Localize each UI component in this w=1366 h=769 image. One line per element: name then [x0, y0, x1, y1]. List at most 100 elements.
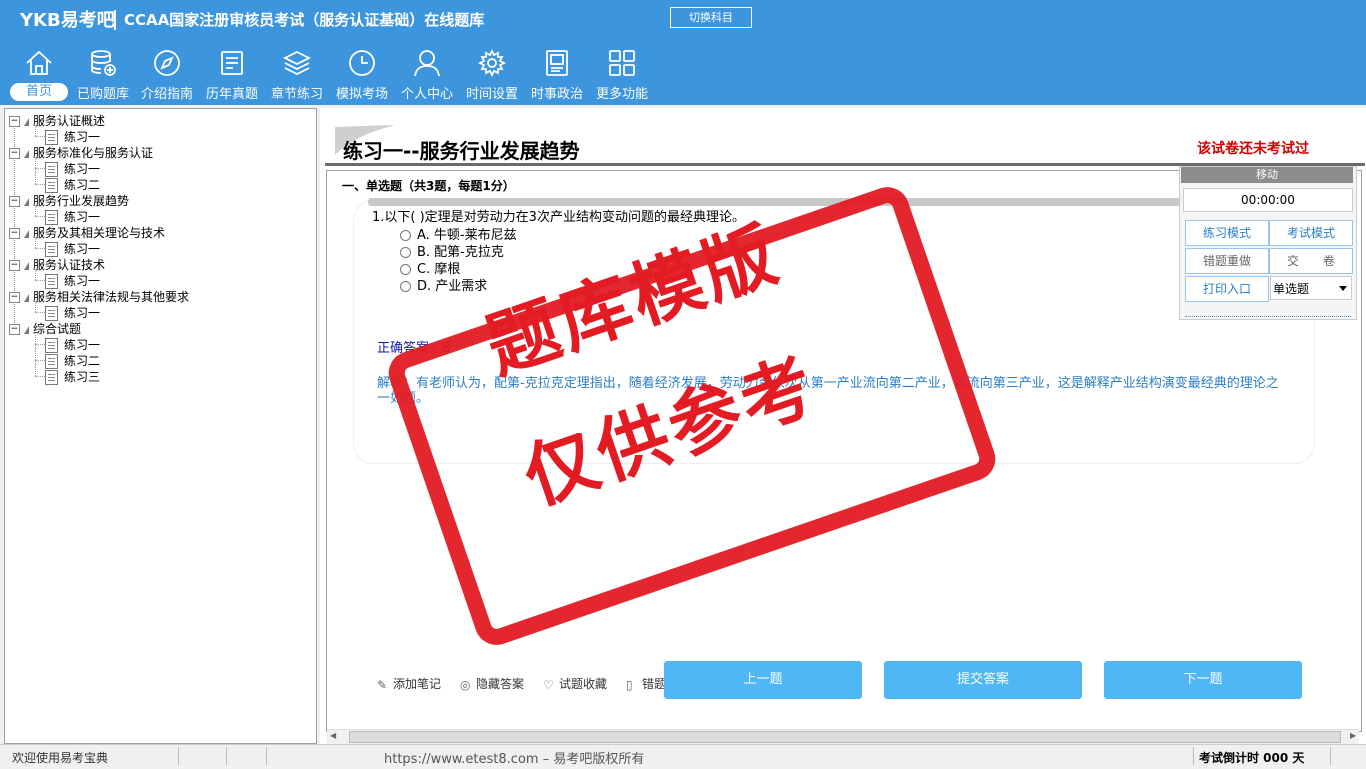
panel-resize-handle[interactable]: [1185, 311, 1351, 317]
nav-home[interactable]: 首页: [8, 48, 70, 104]
tree-node-exercise[interactable]: 练习一: [45, 272, 100, 289]
nav-current-affairs[interactable]: 时事政治: [526, 48, 588, 104]
nav-mock-exam[interactable]: 模拟考场: [331, 48, 393, 104]
folder-icon: [24, 117, 29, 126]
nav-personal-center[interactable]: 个人中心: [396, 48, 458, 104]
tree-node-label: 练习一: [64, 162, 101, 176]
question-header-bar: [368, 198, 1188, 206]
copyright-text: https://www.etest8.com – 易考吧版权所有: [384, 752, 645, 767]
compass-icon: [154, 50, 180, 76]
tree-node-chapter[interactable]: − 服务标准化与服务认证: [9, 144, 153, 161]
tree-node-exercise[interactable]: 练习一: [45, 160, 100, 177]
tree-node-chapter[interactable]: − 服务认证概述: [9, 112, 105, 129]
nav-label: 介绍指南: [140, 87, 193, 102]
tree-node-chapter[interactable]: − 服务相关法律法规与其他要求: [9, 288, 189, 305]
document-icon: [45, 306, 58, 321]
exam-mode-button[interactable]: 考试模式: [1269, 220, 1353, 246]
tree-node-exercise[interactable]: 练习一: [45, 128, 100, 145]
tree-node-chapter[interactable]: − 服务及其相关理论与技术: [9, 224, 165, 241]
tree-node-chapter[interactable]: − 服务认证技术: [9, 256, 105, 273]
wrong-question-button[interactable]: ▯ 错题: [626, 675, 666, 692]
next-question-button[interactable]: 下一题: [1104, 661, 1302, 699]
nav-label: 历年真题: [205, 87, 258, 102]
submit-answer-button[interactable]: 提交答案: [884, 661, 1082, 699]
tree-node-label: 练习一: [64, 274, 101, 288]
status-separator: [1193, 747, 1194, 765]
radio-button[interactable]: [400, 264, 411, 275]
collapse-toggle-icon[interactable]: −: [9, 196, 20, 207]
document-icon: [45, 338, 58, 353]
tree-node-exercise[interactable]: 练习三: [45, 368, 100, 385]
nav-purchased[interactable]: 已购题库: [72, 48, 134, 104]
scrollbar-thumb[interactable]: [349, 731, 1341, 743]
pencil-icon: ✎: [377, 677, 388, 692]
status-separator: [178, 747, 179, 765]
tree-node-exercise[interactable]: 练习二: [45, 352, 100, 369]
book-icon: ▯: [626, 677, 633, 692]
collapse-toggle-icon[interactable]: −: [9, 324, 20, 335]
tool-label: 添加笔记: [393, 677, 442, 691]
question-type-select[interactable]: 单选题: [1270, 276, 1352, 300]
tree-node-label: 练习一: [64, 242, 101, 256]
scroll-left-arrow-icon[interactable]: ◀: [330, 731, 336, 740]
add-note-button[interactable]: ✎ 添加笔记: [377, 675, 441, 692]
tree-node-label: 综合试题: [33, 322, 82, 336]
tree-node-label: 练习一: [64, 338, 101, 352]
radio-button[interactable]: [400, 281, 411, 292]
collapse-toggle-icon[interactable]: −: [9, 148, 20, 159]
redo-wrong-button[interactable]: 错题重做: [1185, 248, 1269, 274]
print-entry-button[interactable]: 打印入口: [1185, 276, 1269, 302]
folder-icon: [24, 261, 29, 270]
tree-node-label: 练习三: [64, 370, 101, 384]
hand-in-button[interactable]: 交 卷: [1269, 248, 1353, 274]
tree-node-exercise-current[interactable]: 练习一: [45, 208, 100, 225]
brand-logo: YKB易考吧: [20, 10, 115, 31]
timer-display: 00:00:00: [1183, 188, 1353, 212]
nav-guide[interactable]: 介绍指南: [136, 48, 198, 104]
collapse-toggle-icon[interactable]: −: [9, 116, 20, 127]
nav-label: 时间设置: [465, 87, 518, 102]
grid-icon: [609, 50, 635, 76]
move-handle[interactable]: 移动: [1181, 167, 1353, 183]
radio-button[interactable]: [400, 230, 411, 241]
folder-icon: [24, 197, 29, 206]
tree-node-label: 服务及其相关理论与技术: [33, 226, 166, 240]
tree-node-chapter[interactable]: − 综合试题: [9, 320, 81, 337]
question-type-value: 单选题: [1273, 282, 1310, 296]
document-icon: [45, 242, 58, 257]
collapse-toggle-icon[interactable]: −: [9, 260, 20, 271]
tree-node-exercise[interactable]: 练习一: [45, 240, 100, 257]
nav-label: 个人中心: [400, 87, 453, 102]
nav-chapter-practice[interactable]: 章节练习: [266, 48, 328, 104]
radio-button[interactable]: [400, 247, 411, 258]
collapse-toggle-icon[interactable]: −: [9, 228, 20, 239]
status-separator: [266, 747, 267, 765]
tree-node-exercise[interactable]: 练习一: [45, 336, 100, 353]
scroll-right-arrow-icon[interactable]: ▶: [1350, 731, 1356, 740]
tool-label: 试题收藏: [559, 677, 608, 691]
chapter-tree: − 服务认证概述 练习一 − 服务标准化与服务认证 练习一 练习二 − 服务行业发展趋…: [4, 108, 317, 744]
tree-node-chapter[interactable]: − 服务行业发展趋势: [9, 192, 129, 209]
nav-time-settings[interactable]: 时间设置: [461, 48, 523, 104]
option-d[interactable]: D. 产业需求: [400, 275, 487, 294]
prev-question-button[interactable]: 上一题: [664, 661, 862, 699]
gear-icon: [477, 48, 507, 78]
practice-mode-button[interactable]: 练习模式: [1185, 220, 1269, 246]
nav-more-functions[interactable]: 更多功能: [591, 48, 653, 104]
layers-icon: [282, 50, 312, 76]
folder-icon: [24, 325, 29, 334]
favorite-button[interactable]: ♡ 试题收藏: [543, 675, 607, 692]
document-icon: [45, 370, 58, 385]
nav-past-exams[interactable]: 历年真题: [201, 48, 263, 104]
hide-answer-button[interactable]: ◎ 隐藏答案: [460, 675, 524, 692]
page-title: 练习一--服务行业发展趋势: [343, 139, 580, 163]
tree-node-label: 练习二: [64, 178, 101, 192]
tree-node-exercise[interactable]: 练习一: [45, 304, 100, 321]
folder-icon: [24, 149, 29, 158]
nav-label: 章节练习: [270, 87, 323, 102]
collapse-toggle-icon[interactable]: −: [9, 292, 20, 303]
tree-node-exercise[interactable]: 练习二: [45, 176, 100, 193]
app-title: CCAA国家注册审核员考试（服务认证基础）在线题库: [124, 11, 485, 29]
switch-subject-button[interactable]: 切换科目: [670, 7, 752, 28]
tree-node-label: 服务认证技术: [33, 258, 106, 272]
